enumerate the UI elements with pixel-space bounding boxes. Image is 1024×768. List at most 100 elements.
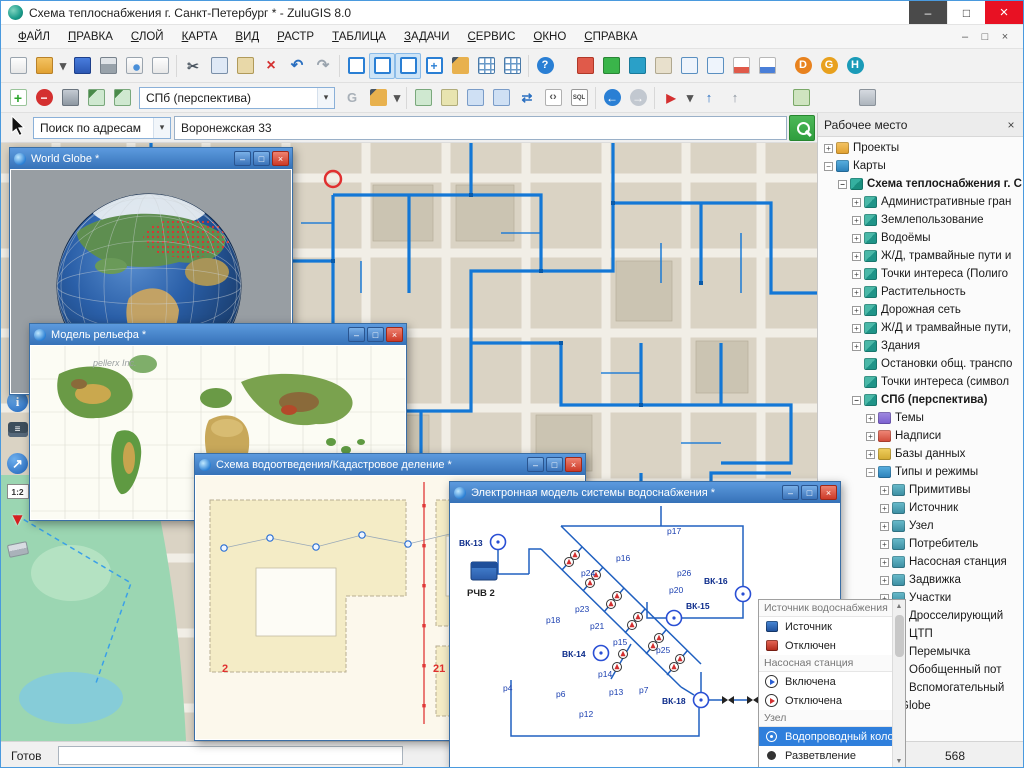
draw-style-button[interactable] bbox=[365, 85, 391, 111]
scale-button[interactable]: 1:2 bbox=[5, 479, 30, 504]
tree-item-1[interactable]: −Карты bbox=[818, 157, 1024, 175]
menu-item-6[interactable]: ТАБЛИЦА bbox=[323, 31, 395, 43]
scroll-up-icon[interactable]: ▲ bbox=[893, 600, 906, 613]
tree-expander[interactable]: + bbox=[852, 324, 861, 333]
tree-expander[interactable]: + bbox=[852, 270, 861, 279]
tree-expander[interactable]: + bbox=[852, 198, 861, 207]
chevron-down-icon[interactable]: ▾ bbox=[153, 118, 170, 138]
red-line-button[interactable] bbox=[728, 53, 754, 79]
service-green-button[interactable] bbox=[598, 53, 624, 79]
object-list-button[interactable] bbox=[488, 85, 514, 111]
navigator-button[interactable]: ↗ bbox=[5, 451, 30, 476]
forward-button[interactable]: → bbox=[625, 85, 651, 111]
mdi-restore-button[interactable]: □ bbox=[975, 28, 995, 45]
edit-map-button[interactable] bbox=[447, 53, 473, 79]
layer-edit-all-button[interactable] bbox=[109, 85, 135, 111]
flag-button[interactable] bbox=[676, 53, 702, 79]
tree-item-8[interactable]: +Растительность bbox=[818, 283, 1024, 301]
flow-button[interactable]: ▶ bbox=[658, 85, 684, 111]
tree-item-23[interactable]: +Насосная станция bbox=[818, 553, 1024, 571]
blue-line-button[interactable] bbox=[754, 53, 780, 79]
tree-expander[interactable]: + bbox=[852, 216, 861, 225]
tree-item-21[interactable]: +Узел bbox=[818, 517, 1024, 535]
tree-expander[interactable]: + bbox=[852, 252, 861, 261]
layer-settings-button[interactable] bbox=[57, 85, 83, 111]
open-dropdown[interactable]: ▾ bbox=[57, 53, 69, 79]
select-tool[interactable] bbox=[343, 53, 369, 79]
tree-expander[interactable]: − bbox=[838, 180, 847, 189]
filter-button[interactable]: ▼ bbox=[5, 507, 30, 532]
pan-tool[interactable] bbox=[369, 53, 395, 79]
tree-item-14[interactable]: −СПб (перспектива) bbox=[818, 391, 1024, 409]
group-edit-button[interactable] bbox=[410, 85, 436, 111]
tree-expander[interactable]: + bbox=[866, 432, 875, 441]
model-minimize-button[interactable]: – bbox=[782, 485, 799, 500]
scroll-down-icon[interactable]: ▼ bbox=[893, 755, 906, 768]
layer-g-button[interactable]: G bbox=[339, 85, 365, 111]
legend-item[interactable]: Включена bbox=[759, 672, 892, 691]
well-node-icon[interactable] bbox=[667, 611, 682, 626]
tree-item-6[interactable]: +Ж/Д, трамвайные пути и bbox=[818, 247, 1024, 265]
relief-minimize-button[interactable]: – bbox=[348, 327, 365, 342]
workspace-close-icon[interactable]: × bbox=[1003, 117, 1019, 133]
object-info-button[interactable] bbox=[462, 85, 488, 111]
well-node-icon[interactable] bbox=[694, 693, 709, 708]
tree-item-18[interactable]: −Типы и режимы bbox=[818, 463, 1024, 481]
legend-item[interactable]: Водопроводный колодец bbox=[759, 727, 892, 746]
print-preview-button[interactable] bbox=[121, 53, 147, 79]
tree-item-5[interactable]: +Водоёмы bbox=[818, 229, 1024, 247]
flow-dropdown[interactable]: ▾ bbox=[684, 85, 696, 111]
scroll-thumb[interactable] bbox=[895, 615, 904, 657]
legend-scrollbar[interactable]: ▲ ▼ bbox=[892, 600, 905, 768]
cadastre-maximize-button[interactable]: □ bbox=[546, 457, 563, 472]
well-node-icon[interactable] bbox=[491, 535, 506, 550]
tree-item-0[interactable]: +Проекты bbox=[818, 139, 1024, 157]
legend-button[interactable]: ≡ bbox=[5, 417, 30, 442]
legend-item[interactable]: Отключена bbox=[759, 691, 892, 710]
tree-expander[interactable]: + bbox=[866, 414, 875, 423]
tree-expander[interactable]: + bbox=[880, 540, 889, 549]
tree-item-13[interactable]: Точки интереса (символ bbox=[818, 373, 1024, 391]
cube-button[interactable] bbox=[854, 85, 880, 111]
help-button[interactable]: ? bbox=[532, 53, 558, 79]
search-button[interactable] bbox=[789, 115, 815, 141]
relief-maximize-button[interactable]: □ bbox=[367, 327, 384, 342]
address-search-input[interactable] bbox=[174, 116, 787, 140]
legend-item[interactable]: Разветвление bbox=[759, 746, 892, 765]
layer-edit-button[interactable] bbox=[83, 85, 109, 111]
cadastre-close-button[interactable]: × bbox=[565, 457, 582, 472]
window-layout-button[interactable] bbox=[572, 53, 598, 79]
stats-button[interactable] bbox=[650, 53, 676, 79]
model-close-button[interactable]: × bbox=[820, 485, 837, 500]
open-button[interactable] bbox=[31, 53, 57, 79]
back-button[interactable]: ← bbox=[599, 85, 625, 111]
globe-close-button[interactable]: × bbox=[272, 151, 289, 166]
tree-expander[interactable]: − bbox=[866, 468, 875, 477]
zoom-extent-button[interactable]: + bbox=[421, 53, 447, 79]
tree-item-10[interactable]: +Ж/Д и трамвайные пути, bbox=[818, 319, 1024, 337]
tag-button[interactable] bbox=[788, 85, 814, 111]
tree-expander[interactable]: + bbox=[880, 504, 889, 513]
menu-item-7[interactable]: ЗАДАЧИ bbox=[395, 31, 459, 43]
well-node-icon[interactable] bbox=[736, 587, 751, 602]
tree-expander[interactable]: + bbox=[852, 342, 861, 351]
service-teal-button[interactable] bbox=[624, 53, 650, 79]
tree-item-17[interactable]: +Базы данных bbox=[818, 445, 1024, 463]
tree-item-4[interactable]: +Землепользование bbox=[818, 211, 1024, 229]
xml-button[interactable]: ‹› bbox=[540, 85, 566, 111]
redo-button[interactable]: ↷ bbox=[310, 53, 336, 79]
tree-expander[interactable]: − bbox=[852, 396, 861, 405]
tree-expander[interactable]: − bbox=[824, 162, 833, 171]
menu-item-9[interactable]: ОКНО bbox=[524, 31, 575, 43]
sql-button[interactable]: SQL bbox=[566, 85, 592, 111]
tree-expander[interactable]: + bbox=[852, 288, 861, 297]
tree-item-20[interactable]: +Источник bbox=[818, 499, 1024, 517]
copy-button[interactable] bbox=[206, 53, 232, 79]
tree-item-12[interactable]: Остановки общ. транспо bbox=[818, 355, 1024, 373]
tree-expander[interactable]: + bbox=[824, 144, 833, 153]
menu-item-3[interactable]: КАРТА bbox=[173, 31, 227, 43]
tree-expander[interactable]: + bbox=[880, 558, 889, 567]
minimize-button[interactable]: – bbox=[909, 1, 947, 24]
legend-item[interactable]: Источник bbox=[759, 617, 892, 636]
tree-item-9[interactable]: +Дорожная сеть bbox=[818, 301, 1024, 319]
